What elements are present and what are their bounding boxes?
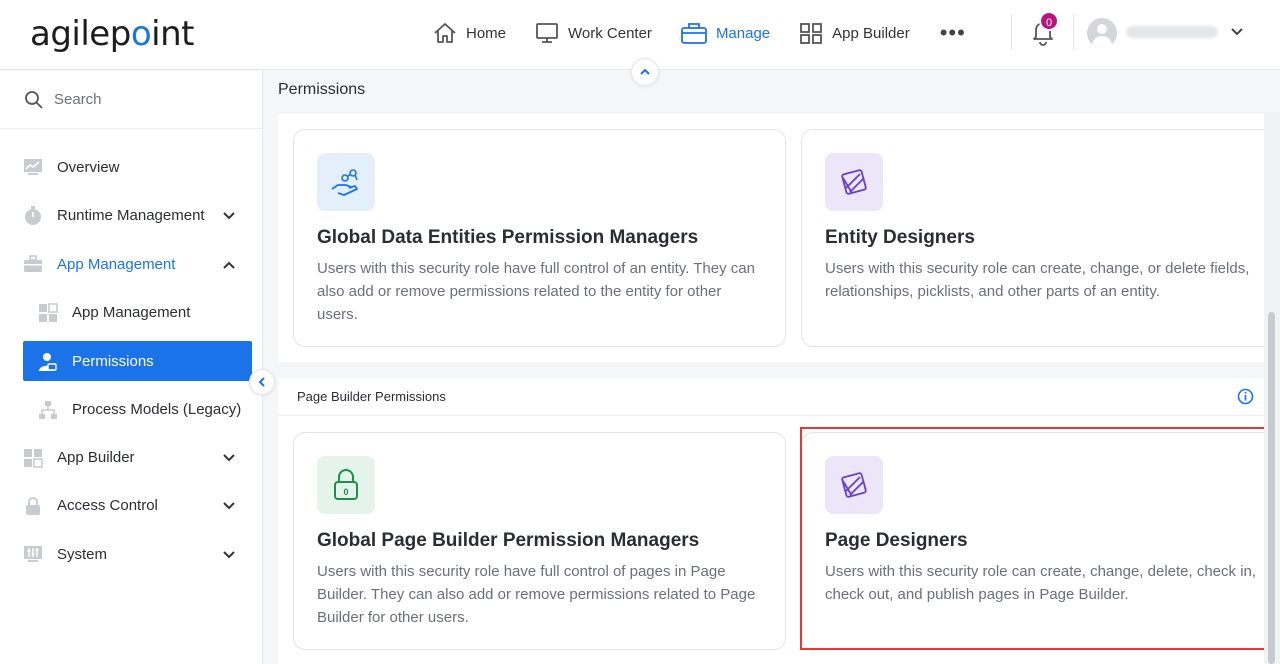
card-entity-designers[interactable]: Entity Designers Users with this securit… xyxy=(801,129,1280,347)
sidebar-item-label: App Management xyxy=(72,303,191,321)
sidebar: Overview Runtime Management App Manageme… xyxy=(0,71,263,664)
nav-home[interactable]: Home xyxy=(432,18,506,48)
divider xyxy=(1011,14,1012,50)
main-nav: Home Work Center Manage App Builder ••• xyxy=(432,18,966,48)
chevron-up-icon xyxy=(640,68,650,75)
sidebar-item-label: Process Models (Legacy) xyxy=(72,400,242,418)
collapse-sidebar-button[interactable] xyxy=(249,369,275,395)
scrollbar-thumb[interactable] xyxy=(1268,312,1275,664)
card-page-designers[interactable]: Page Designers Users with this security … xyxy=(801,432,1280,650)
nav-manage-label: Manage xyxy=(715,24,771,42)
nav-work-center-label: Work Center xyxy=(568,24,652,42)
stopwatch-icon xyxy=(25,206,41,225)
sidebar-item-label: Permissions xyxy=(72,352,154,370)
grid-icon xyxy=(800,23,823,44)
nav-app-builder[interactable]: App Builder xyxy=(798,18,910,48)
chevron-down-icon xyxy=(223,212,235,220)
padlock-icon: 0 xyxy=(334,469,358,500)
sidebar-item-overview[interactable]: Overview xyxy=(0,147,262,187)
card-global-data-entities-permission-managers[interactable]: Global Data Entities Permission Managers… xyxy=(293,129,786,347)
grid-icon xyxy=(24,449,43,468)
sidebar-item-label: App Builder xyxy=(57,448,135,466)
page-title: Permissions xyxy=(278,81,366,98)
sliders-icon xyxy=(24,546,42,562)
sidebar-search xyxy=(0,71,262,129)
data-entities-permissions-section: Global Data Entities Permission Managers… xyxy=(278,112,1280,362)
sidebar-item-runtime-management[interactable]: Runtime Management xyxy=(0,195,262,235)
briefcase-icon xyxy=(681,23,707,44)
card-title: Page Designers xyxy=(825,530,968,551)
user-name-blurred xyxy=(1126,26,1218,38)
section-title: Page Builder Permissions xyxy=(297,389,446,404)
search-input[interactable] xyxy=(54,91,234,108)
home-icon xyxy=(434,23,456,43)
chevron-left-icon xyxy=(258,377,265,387)
card-description: Users with this security role can create… xyxy=(825,260,1250,300)
card-title: Entity Designers xyxy=(825,227,975,248)
chevron-down-icon[interactable] xyxy=(1229,24,1245,40)
sidebar-item-label: App Management xyxy=(57,255,176,273)
card-description: Users with this security role have full … xyxy=(317,563,756,626)
sidebar-item-label: Overview xyxy=(57,158,120,176)
nav-home-label: Home xyxy=(466,24,507,42)
card-icon-container xyxy=(825,153,883,211)
card-title: Global Data Entities Permission Managers xyxy=(317,227,699,248)
card-icon-container xyxy=(317,153,375,211)
sidebar-item-system[interactable]: System xyxy=(0,534,262,574)
design-tools-icon xyxy=(841,169,867,195)
card-icon-container xyxy=(825,456,883,514)
sidebar-item-app-management-sub[interactable]: App Management xyxy=(0,292,262,332)
nav-manage[interactable]: Manage xyxy=(680,18,770,48)
sidebar-item-app-builder[interactable]: App Builder xyxy=(0,437,262,477)
chevron-down-icon xyxy=(223,551,235,559)
sidebar-item-access-control[interactable]: Access Control xyxy=(0,485,262,525)
svg-text:0: 0 xyxy=(343,487,348,497)
sidebar-item-label: Runtime Management xyxy=(57,206,205,224)
sidebar-item-label: Access Control xyxy=(57,496,158,514)
hand-share-icon xyxy=(331,169,358,196)
nav-app-builder-label: App Builder xyxy=(832,24,910,42)
divider xyxy=(1073,14,1074,50)
card-title: Global Page Builder Permission Managers xyxy=(317,530,700,551)
avatar[interactable] xyxy=(1087,18,1117,48)
sidebar-item-process-models-legacy[interactable]: Process Models (Legacy) xyxy=(0,389,262,429)
search-icon xyxy=(25,90,43,109)
toolbox-icon xyxy=(24,255,42,272)
chevron-down-icon xyxy=(223,454,235,462)
agilepoint-logo[interactable]: agilepoint xyxy=(30,14,194,54)
monitor-icon xyxy=(536,23,558,43)
sidebar-item-label: System xyxy=(57,545,108,563)
user-lock-icon xyxy=(39,353,57,371)
chevron-down-icon xyxy=(223,502,235,510)
more-menu-icon[interactable]: ••• xyxy=(940,18,966,48)
sidebar-item-permissions[interactable]: Permissions xyxy=(23,341,252,381)
card-description: Users with this security role can create… xyxy=(825,563,1257,603)
card-description: Users with this security role have full … xyxy=(317,260,755,323)
page-builder-permissions-section: Page Builder Permissions 0 Global Page B… xyxy=(278,378,1280,664)
card-global-page-builder-permission-managers[interactable]: 0 Global Page Builder Permission Manager… xyxy=(293,432,786,650)
collapse-header-button[interactable] xyxy=(631,58,659,86)
chevron-up-icon xyxy=(223,261,235,269)
card-icon-container: 0 xyxy=(317,456,375,514)
sidebar-item-app-management[interactable]: App Management xyxy=(0,244,262,284)
info-icon[interactable] xyxy=(1237,388,1254,405)
chart-icon xyxy=(24,159,42,175)
lock-icon xyxy=(26,497,40,515)
apps-icon xyxy=(39,303,58,322)
section-header: Page Builder Permissions xyxy=(278,378,1264,416)
nav-work-center[interactable]: Work Center xyxy=(534,18,652,48)
notification-badge: 0 xyxy=(1039,11,1059,31)
hierarchy-icon xyxy=(39,401,57,419)
design-tools-icon xyxy=(841,472,867,498)
